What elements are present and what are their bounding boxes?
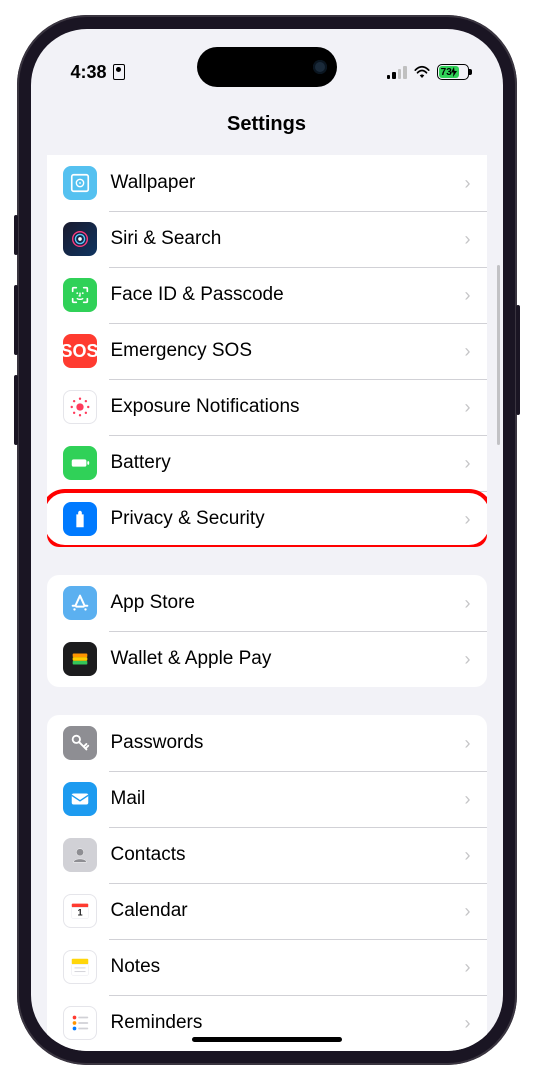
chevron-right-icon: › [465,649,471,670]
status-left: 4:38 [71,62,125,83]
contacts-icon [63,838,97,872]
key-icon [63,726,97,760]
row-privacy[interactable]: Privacy & Security › [47,491,487,547]
row-passwords[interactable]: Passwords › [47,715,487,771]
row-battery[interactable]: Battery › [47,435,487,491]
row-label: Calendar [111,900,465,922]
portrait-lock-icon [113,64,125,80]
chevron-right-icon: › [465,397,471,418]
chevron-right-icon: › [465,173,471,194]
chevron-right-icon: › [465,593,471,614]
sos-text: SOS [61,341,99,362]
reminders-icon [63,1006,97,1040]
row-label: Siri & Search [111,228,465,250]
chevron-right-icon: › [465,845,471,866]
row-calendar[interactable]: 1 Calendar › [47,883,487,939]
row-label: Mail [111,788,465,810]
front-camera [313,60,327,74]
row-label: Contacts [111,844,465,866]
row-label: Privacy & Security [111,508,465,530]
chevron-right-icon: › [465,789,471,810]
battery-row-icon [63,446,97,480]
faceid-icon [63,278,97,312]
exposure-icon [63,390,97,424]
scrollbar[interactable] [497,265,500,445]
wifi-icon [413,65,431,79]
privacy-icon [63,502,97,536]
chevron-right-icon: › [465,1013,471,1034]
phone-frame: 4:38 73 [17,15,517,1065]
row-mail[interactable]: Mail › [47,771,487,827]
chevron-right-icon: › [465,957,471,978]
row-reminders[interactable]: Reminders › [47,995,487,1051]
row-label: Reminders [111,1012,465,1034]
chevron-right-icon: › [465,229,471,250]
nav-header: Settings [31,99,503,149]
row-siri[interactable]: Siri & Search › [47,211,487,267]
chevron-right-icon: › [465,901,471,922]
row-faceid[interactable]: Face ID & Passcode › [47,267,487,323]
calendar-icon: 1 [63,894,97,928]
wallpaper-icon [63,166,97,200]
volume-down-button [14,375,18,445]
row-label: Wallet & Apple Pay [111,648,465,670]
row-label: Emergency SOS [111,340,465,362]
page-title: Settings [227,113,306,136]
row-wallet[interactable]: Wallet & Apple Pay › [47,631,487,687]
volume-up-button [14,285,18,355]
row-label: Exposure Notifications [111,396,465,418]
row-notes[interactable]: Notes › [47,939,487,995]
svg-text:1: 1 [77,908,82,918]
chevron-right-icon: › [465,453,471,474]
status-right: 73 [387,64,469,80]
row-contacts[interactable]: Contacts › [47,827,487,883]
settings-section-0: Wallpaper › Siri & Search › Face ID & Pa… [47,155,487,547]
row-label: App Store [111,592,465,614]
row-wallpaper[interactable]: Wallpaper › [47,155,487,211]
battery-level: 73 [439,66,459,78]
power-button [516,305,520,415]
row-appstore[interactable]: App Store › [47,575,487,631]
status-time: 4:38 [71,62,107,83]
chevron-right-icon: › [465,733,471,754]
chevron-right-icon: › [465,341,471,362]
sos-icon: SOS [63,334,97,368]
screen: 4:38 73 [31,29,503,1051]
row-label: Notes [111,956,465,978]
chevron-right-icon: › [465,509,471,530]
home-indicator[interactable] [192,1037,342,1042]
battery-icon: 73 [437,64,469,80]
settings-content[interactable]: Wallpaper › Siri & Search › Face ID & Pa… [31,149,503,1051]
row-label: Wallpaper [111,172,465,194]
dynamic-island [197,47,337,87]
settings-section-2: Passwords › Mail › Contacts › [47,715,487,1051]
row-label: Battery [111,452,465,474]
notes-icon [63,950,97,984]
row-label: Face ID & Passcode [111,284,465,306]
siri-icon [63,222,97,256]
mail-icon [63,782,97,816]
wallet-icon [63,642,97,676]
cellular-signal-icon [387,66,407,79]
appstore-icon [63,586,97,620]
chevron-right-icon: › [465,285,471,306]
row-exposure[interactable]: Exposure Notifications › [47,379,487,435]
row-label: Passwords [111,732,465,754]
settings-section-1: App Store › Wallet & Apple Pay › [47,575,487,687]
row-sos[interactable]: SOS Emergency SOS › [47,323,487,379]
side-button [14,215,18,255]
